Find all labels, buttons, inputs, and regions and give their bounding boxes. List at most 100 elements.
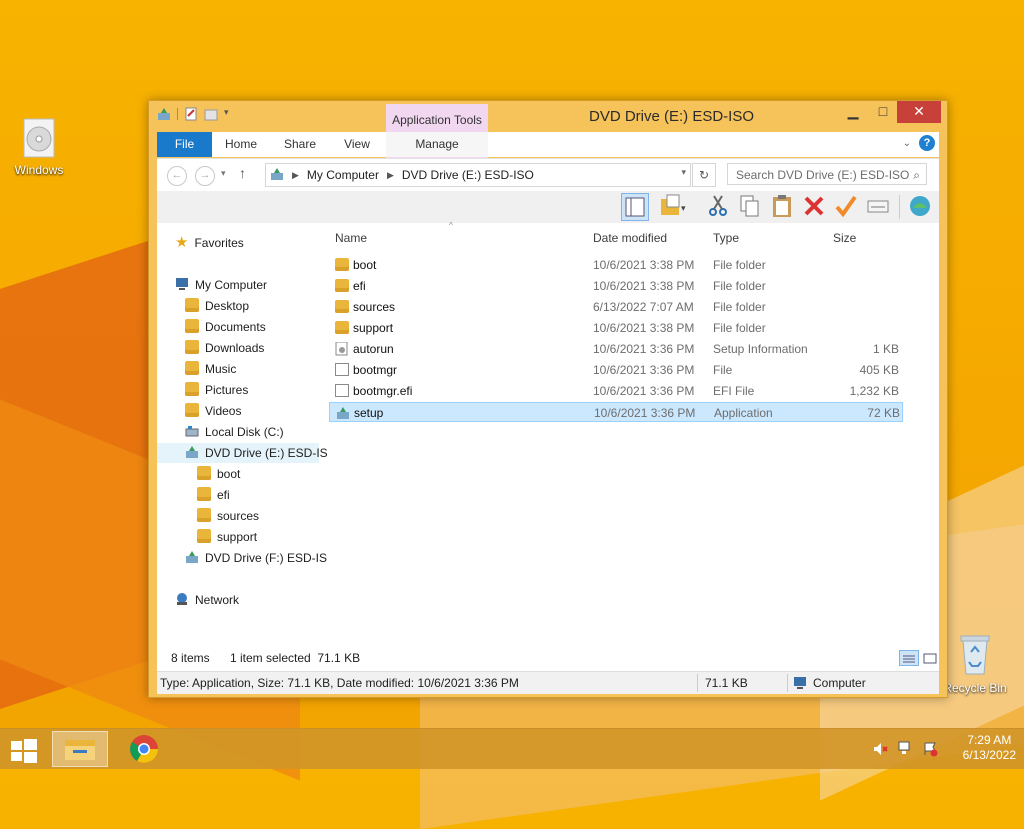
tab-manage[interactable]: Manage: [386, 132, 488, 157]
svg-text:▾: ▾: [681, 203, 686, 213]
setup-information-icon: [335, 341, 349, 356]
back-button[interactable]: ←: [167, 166, 187, 186]
nav-pictures[interactable]: Pictures: [185, 380, 248, 400]
search-icon: ⌕: [913, 168, 920, 182]
customize-qat-icon[interactable]: ▾: [224, 107, 238, 121]
nav-my-computer[interactable]: My Computer: [175, 275, 267, 295]
file-row-selected[interactable]: setup 10/6/2021 3:36 PM Application 72 K…: [329, 402, 903, 422]
nav-network[interactable]: Network: [175, 590, 239, 610]
recent-locations-icon[interactable]: ▾: [221, 168, 226, 179]
expand-ribbon-icon[interactable]: ⌄: [903, 138, 911, 149]
disc-icon: [4, 118, 74, 161]
status-bar: 8 items 1 item selected 71.1 KB: [157, 647, 939, 669]
nav-label: Videos: [205, 404, 242, 418]
taskbar-chrome[interactable]: [124, 731, 164, 767]
paste-button[interactable]: [769, 193, 795, 219]
properties-icon[interactable]: [184, 107, 198, 121]
breadcrumb-dvd-drive[interactable]: DVD Drive (E:) ESD-ISO: [402, 168, 534, 182]
tab-file[interactable]: File: [157, 132, 212, 157]
taskbar-file-explorer[interactable]: [52, 731, 108, 767]
network-tray-icon[interactable]: [898, 741, 914, 760]
folder-icon: [197, 487, 211, 501]
volume-muted-icon[interactable]: [872, 741, 888, 760]
preview-pane-button[interactable]: [621, 193, 649, 221]
cut-button[interactable]: [705, 193, 731, 219]
nav-desktop[interactable]: Desktop: [185, 296, 249, 316]
dvd-drive-icon: [185, 445, 199, 459]
nav-sources[interactable]: sources: [197, 506, 259, 526]
file-row[interactable]: support 10/6/2021 3:38 PM File folder: [329, 318, 903, 338]
large-icons-view-icon: [923, 653, 937, 664]
large-icons-view-button[interactable]: [921, 650, 939, 666]
delete-button[interactable]: [801, 193, 827, 219]
column-header-date[interactable]: Date modified: [593, 227, 667, 249]
address-field[interactable]: ▶ My Computer ▶ DVD Drive (E:) ESD-ISO ▾: [265, 163, 691, 187]
nav-local-disk[interactable]: Local Disk (C:): [185, 422, 284, 442]
star-icon: ★: [175, 234, 189, 251]
folder-icon: [185, 298, 199, 312]
nav-label: DVD Drive (E:) ESD-IS: [205, 446, 328, 460]
nav-downloads[interactable]: Downloads: [185, 338, 264, 358]
start-button[interactable]: [8, 731, 40, 767]
file-row[interactable]: autorun 10/6/2021 3:36 PM Setup Informat…: [329, 339, 903, 359]
close-button[interactable]: ✕: [897, 101, 941, 123]
file-row[interactable]: efi 10/6/2021 3:38 PM File folder: [329, 276, 903, 296]
file-row[interactable]: sources 6/13/2022 7:07 AM File folder: [329, 297, 903, 317]
tab-view[interactable]: View: [333, 132, 381, 157]
details-view-button[interactable]: [899, 650, 919, 666]
file-type: Application: [714, 406, 773, 420]
properties-button[interactable]: [865, 193, 891, 219]
folder-options-button[interactable]: ▾: [659, 193, 686, 219]
nav-music[interactable]: Music: [185, 359, 236, 379]
tab-share[interactable]: Share: [275, 132, 325, 157]
copy-button[interactable]: [737, 193, 763, 219]
new-folder-icon[interactable]: [204, 107, 218, 121]
nav-dvd-drive-e[interactable]: DVD Drive (E:) ESD-IS: [157, 443, 328, 463]
chrome-icon: [130, 735, 158, 763]
properties-icon: [867, 200, 889, 213]
nav-favorites[interactable]: ★ Favorites: [175, 233, 244, 253]
rename-button[interactable]: [833, 193, 859, 219]
file-date: 10/6/2021 3:36 PM: [594, 406, 696, 420]
search-input[interactable]: Search DVD Drive (E:) ESD-ISO ⌕: [727, 163, 927, 185]
up-button[interactable]: ↑: [239, 165, 246, 181]
nav-dvd-drive-f[interactable]: DVD Drive (F:) ESD-IS: [185, 548, 327, 568]
nav-efi[interactable]: efi: [197, 485, 230, 505]
forward-button[interactable]: →: [195, 166, 215, 186]
help-icon[interactable]: ?: [919, 135, 935, 151]
column-header-name[interactable]: Name: [335, 227, 367, 249]
file-date: 10/6/2021 3:36 PM: [593, 384, 695, 398]
column-header-size[interactable]: Size: [833, 227, 856, 249]
desktop-icon-windows[interactable]: Windows: [4, 118, 74, 177]
title-bar[interactable]: ▾ Application Tools DVD Drive (E:) ESD-I…: [149, 101, 947, 159]
file-row[interactable]: bootmgr.efi 10/6/2021 3:36 PM EFI File 1…: [329, 381, 903, 401]
scissors-icon: [709, 195, 727, 216]
content-area: ★ Favorites My Computer Desktop Documents…: [157, 221, 939, 671]
minimize-button[interactable]: ▁: [839, 101, 867, 123]
nav-documents[interactable]: Documents: [185, 317, 266, 337]
desktop-icon-recycle-bin[interactable]: Recycle Bin: [940, 632, 1010, 695]
clock[interactable]: 7:29 AM 6/13/2022: [963, 733, 1016, 763]
chevron-right-icon[interactable]: ▶: [387, 170, 394, 181]
file-row[interactable]: boot 10/6/2021 3:38 PM File folder: [329, 255, 903, 275]
tab-home[interactable]: Home: [217, 132, 265, 157]
nav-label: Network: [195, 593, 240, 607]
nav-boot[interactable]: boot: [197, 464, 240, 484]
breadcrumb-my-computer[interactable]: My Computer: [307, 168, 379, 182]
file-size: 1 KB: [872, 342, 899, 356]
nav-label: Pictures: [205, 383, 249, 397]
nav-label: efi: [217, 488, 230, 502]
action-center-icon[interactable]: [922, 741, 938, 760]
file-row[interactable]: bootmgr 10/6/2021 3:36 PM File 405 KB: [329, 360, 903, 380]
maximize-button[interactable]: □: [869, 101, 897, 123]
chevron-right-icon[interactable]: ▶: [292, 170, 299, 181]
nav-support[interactable]: support: [197, 527, 257, 547]
globe-button[interactable]: [907, 193, 933, 219]
nav-videos[interactable]: Videos: [185, 401, 241, 421]
refresh-button[interactable]: ↻: [692, 163, 716, 187]
file-type: EFI File: [713, 384, 755, 398]
details-text: Type: Application, Size: 71.1 KB, Date m…: [160, 676, 519, 690]
column-header-type[interactable]: Type: [713, 227, 739, 249]
folder-icon: [335, 300, 349, 313]
chevron-down-icon[interactable]: ▾: [681, 167, 686, 178]
